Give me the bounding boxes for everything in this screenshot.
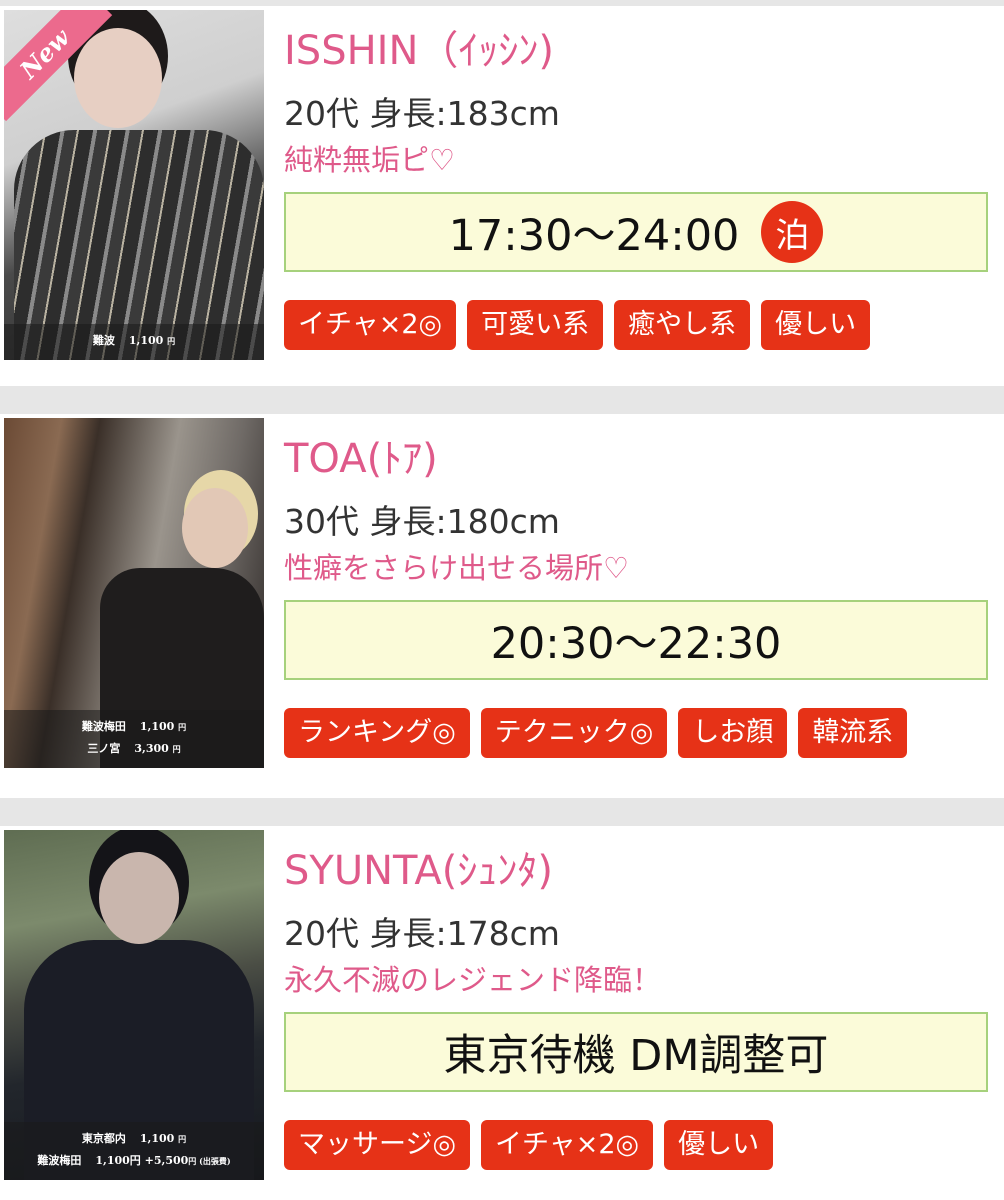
price-line: 難波梅田 1,100 円 — [4, 716, 264, 738]
price-unit: 円 — [178, 1134, 187, 1144]
cast-spec: 20代 身長:178cm — [284, 914, 560, 953]
photo-face — [74, 28, 162, 128]
tag: 可愛い系 — [467, 300, 604, 350]
tag-list: イチャ×2◎ 可愛い系 癒やし系 優しい — [284, 300, 990, 350]
cast-card[interactable]: 東京都内 1,100 円 難波梅田 1,100円 +5,500円 (出張費) S… — [0, 826, 1004, 1200]
price-value: 3,300 — [134, 742, 169, 755]
cast-name[interactable]: ISSHIN（ｲｯｼﾝ) — [284, 26, 990, 76]
tag-list: マッサージ◎ イチャ×2◎ 優しい — [284, 1120, 990, 1170]
cast-info: SYUNTA(ｼｭﾝﾀ) 20代 身長:178cm 永久不滅のレジェンド降臨！ … — [284, 826, 990, 1170]
overnight-badge: 泊 — [761, 201, 824, 263]
cast-info: ISSHIN（ｲｯｼﾝ) 20代 身長:183cm 純粋無垢ピ♡ 17:30〜2… — [284, 6, 990, 350]
tag-list: ランキング◎ テクニック◎ しお顔 韓流系 — [284, 708, 990, 758]
schedule-box: 17:30〜24:00 泊 — [284, 192, 988, 272]
photo-price-band: 東京都内 1,100 円 難波梅田 1,100円 +5,500円 (出張費) — [4, 1122, 264, 1180]
price-unit: 円 — [178, 722, 187, 732]
cast-photo[interactable]: New 難波 1,100 円 — [4, 10, 264, 360]
cast-catchphrase: 永久不滅のレジェンド降臨！ — [284, 963, 662, 997]
tag: 癒やし系 — [614, 300, 751, 350]
tag: ランキング◎ — [284, 708, 470, 758]
schedule-note: 東京待機 DM調整可 — [443, 1031, 829, 1081]
price-area: 三ノ宮 — [87, 742, 121, 755]
tag: テクニック◎ — [480, 708, 668, 758]
photo-face — [182, 488, 248, 568]
schedule-box: 東京待機 DM調整可 — [284, 1012, 988, 1092]
photo-price-band: 難波 1,100 円 — [4, 324, 264, 360]
price-unit: 円 — [172, 744, 181, 754]
price-area: 難波 — [92, 334, 115, 347]
price-line: 難波 1,100 円 — [4, 330, 264, 352]
tag: イチャ×2◎ — [284, 300, 457, 350]
schedule-box: 20:30〜22:30 — [284, 600, 988, 680]
schedule-time: 17:30〜24:00 — [448, 211, 740, 261]
cast-info: TOA(ﾄｱ) 30代 身長:180cm 性癖をさらけ出せる場所♡ 20:30〜… — [284, 414, 990, 758]
tag: 優しい — [664, 1120, 774, 1170]
cast-photo[interactable]: 東京都内 1,100 円 難波梅田 1,100円 +5,500円 (出張費) — [4, 830, 264, 1180]
cast-photo[interactable]: 難波梅田 1,100 円 三ノ宮 3,300 円 — [4, 418, 264, 768]
price-line: 東京都内 1,100 円 — [4, 1128, 264, 1150]
cast-catchphrase: 純粋無垢ピ♡ — [284, 143, 455, 177]
cast-spec: 30代 身長:180cm — [284, 502, 560, 541]
schedule-time: 20:30〜22:30 — [490, 619, 782, 669]
photo-price-band: 難波梅田 1,100 円 三ノ宮 3,300 円 — [4, 710, 264, 768]
photo-face — [99, 852, 179, 944]
price-line: 三ノ宮 3,300 円 — [4, 738, 264, 760]
cast-spec: 20代 身長:183cm — [284, 94, 560, 133]
price-unit: 円 — [167, 336, 176, 346]
tag: 優しい — [761, 300, 871, 350]
cast-card[interactable]: New 難波 1,100 円 ISSHIN（ｲｯｼﾝ) 20代 身長:183cm… — [0, 6, 1004, 386]
tag: しお顔 — [678, 708, 788, 758]
price-area: 難波梅田 — [81, 720, 126, 733]
price-value: 1,100 — [139, 1132, 175, 1145]
price-value: 1,100 — [139, 720, 175, 733]
tag: マッサージ◎ — [284, 1120, 471, 1170]
price-area: 東京都内 — [81, 1132, 126, 1145]
tag: 韓流系 — [798, 708, 908, 758]
cast-catchphrase: 性癖をさらけ出せる場所♡ — [284, 551, 629, 585]
price-unit: 円 (出張費) — [188, 1156, 231, 1166]
price-value: 1,100 — [128, 334, 164, 347]
cast-name[interactable]: TOA(ﾄｱ) — [284, 434, 990, 484]
cast-card[interactable]: 難波梅田 1,100 円 三ノ宮 3,300 円 TOA(ﾄｱ) 30代 身長:… — [0, 414, 1004, 798]
tag: イチャ×2◎ — [481, 1120, 654, 1170]
price-area: 難波梅田 — [37, 1154, 82, 1167]
price-line: 難波梅田 1,100円 +5,500円 (出張費) — [4, 1150, 264, 1172]
cast-name[interactable]: SYUNTA(ｼｭﾝﾀ) — [284, 846, 990, 896]
price-value: 1,100円 +5,500 — [95, 1154, 189, 1167]
